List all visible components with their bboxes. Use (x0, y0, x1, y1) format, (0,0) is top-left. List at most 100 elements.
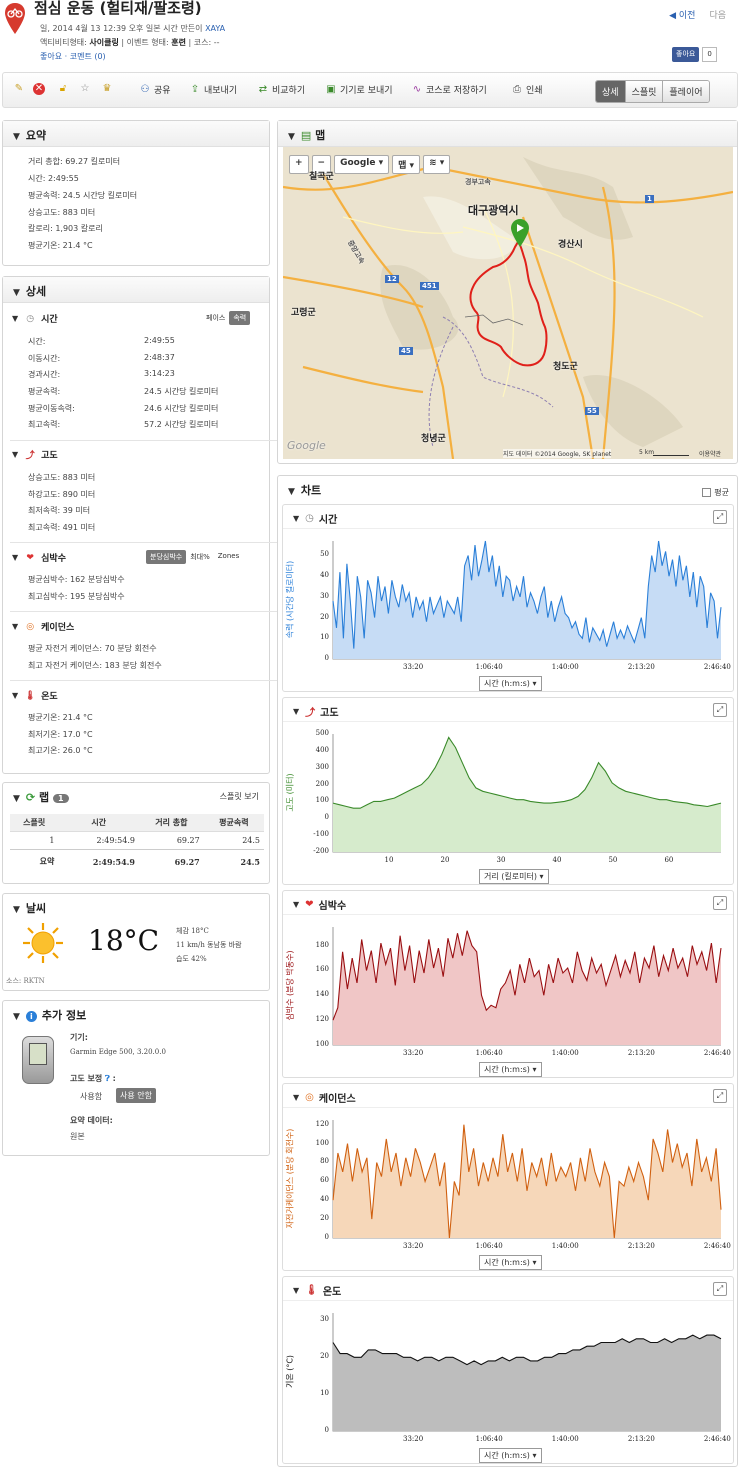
x-tick-label: 1:06:40 (475, 1242, 503, 1250)
summary-row: 요약 2:49:54.9 69.27 24.5 (10, 849, 264, 873)
share-icon: ⚇ (140, 83, 150, 95)
activity-title[interactable]: 점심 운동 (헐티재/팔조령) (34, 0, 202, 18)
course-label: | 코스: (188, 38, 212, 47)
chart-svg[interactable] (283, 505, 735, 693)
prev-link[interactable]: ◀ 이전 (669, 11, 695, 21)
route-start-marker-icon[interactable] (511, 219, 529, 247)
y-tick-label: 0 (324, 654, 329, 662)
elevation-section-header[interactable]: ▼ ⤴ 고도 (12, 448, 58, 461)
heart-rate-section-header[interactable]: ▼ ❤ 심박수 (12, 551, 66, 565)
road-label: 1 (645, 195, 654, 203)
edit-icon[interactable]: ✎ (13, 83, 28, 95)
map-header[interactable]: ▼ ▤ 맵 (278, 121, 737, 147)
export-label: 내보내기 (204, 86, 238, 96)
delete-icon[interactable]: ✕ (33, 83, 48, 95)
help-icon[interactable]: ❓︎ (105, 1074, 110, 1083)
save-course-button[interactable]: ∿ 코스로 저장하기 (411, 83, 487, 97)
temperature-section-header[interactable]: ▼ 🌡︎ 온도 (12, 689, 58, 703)
charts-title: 차트 (300, 484, 322, 497)
average-checkbox[interactable] (702, 488, 712, 497)
y-tick-label: 160 (315, 965, 329, 974)
send-to-device-button[interactable]: ▣ 기기로 보내기 (325, 83, 392, 97)
elevation-correction-on[interactable]: 사용함 (80, 1091, 102, 1102)
column-header[interactable]: 시간 (58, 814, 139, 832)
zones-toggle[interactable]: Zones (214, 550, 243, 564)
chart-panel: ▼ ⤴ 고도 ⤢ -200 -100 0 100 200 300 400 500 10 20 30 40 50 6… (282, 697, 734, 885)
comments-link[interactable]: · 코멘트 (0) (65, 52, 106, 61)
column-header[interactable]: 평균속력 (203, 814, 264, 832)
device-label: 기기: (70, 1033, 88, 1042)
facebook-like[interactable]: 좋아요 0 (672, 47, 717, 62)
x-axis-select[interactable]: 시간 (h:m:s) ▾ (479, 1448, 542, 1463)
laps-title: 랩 (38, 791, 50, 804)
series-area (333, 541, 721, 659)
x-tick-label: 33:20 (402, 1049, 424, 1057)
summary-row: 평균기온: 21.4 °C (28, 241, 93, 250)
charts-header[interactable]: ▼ 차트 (278, 476, 737, 502)
pace-toggle[interactable]: 페이스 (202, 311, 229, 325)
chart-svg[interactable] (283, 1084, 735, 1272)
y-tick-label: 100 (315, 796, 329, 805)
route-map[interactable]: + − Google ▾ 맵 ▾ ≋ ▾ 대구광역시 경산시 고령군 청도군 청… (283, 147, 733, 459)
chart-svg[interactable] (283, 1277, 735, 1465)
time-row-value: 2:48:37 (144, 353, 175, 362)
summary-header[interactable]: ▼ 요약 (3, 121, 269, 147)
x-axis-select[interactable]: 시간 (h:m:s) ▾ (479, 676, 542, 691)
map-type-select[interactable]: 맵 ▾ (392, 155, 421, 174)
x-axis-select[interactable]: 시간 (h:m:s) ▾ (479, 1255, 542, 1270)
column-header[interactable]: 거리 총합 (139, 814, 204, 832)
share-button[interactable]: ⚇ 공유 (139, 83, 171, 97)
x-axis-select[interactable]: 시간 (h:m:s) ▾ (479, 1062, 542, 1077)
heart-rate-row: 최고심박수: 195 분당심박수 (28, 592, 125, 601)
column-header[interactable]: 스플릿 (10, 814, 59, 832)
view-player-button[interactable]: 플레이어 (662, 81, 709, 102)
view-splits-button[interactable]: 스플릿 (624, 81, 663, 102)
activity-type[interactable]: 사이클링 (89, 38, 118, 47)
split-view-link[interactable]: 스플릿 보기 (220, 791, 259, 802)
weather-wind: 11 km/h 동남동 바람 (176, 941, 242, 949)
heart-icon: ❤ (26, 552, 34, 563)
chart-svg[interactable] (283, 891, 735, 1079)
like-link[interactable]: 좋아요 (40, 52, 62, 61)
lock-icon[interactable]: 🔓︎ (57, 83, 72, 95)
time-row-label: 경과시간: (28, 370, 61, 379)
zoom-in-button[interactable]: + (289, 155, 309, 174)
layers-select[interactable]: ≋ ▾ (423, 155, 451, 174)
facebook-like-button[interactable]: 좋아요 (672, 47, 700, 62)
detail-title: 상세 (25, 285, 47, 298)
x-tick-label: 33:20 (402, 1242, 424, 1250)
event-type[interactable]: 훈련 (171, 38, 186, 47)
cadence-section-header[interactable]: ▼ ◎ 케이던스 (12, 620, 74, 634)
print-button[interactable]: ⎙ 인쇄 (511, 83, 543, 97)
info-icon: i (25, 1011, 37, 1022)
max-percent-toggle[interactable]: 최대% (186, 550, 214, 564)
star-icon[interactable]: ☆ (79, 83, 94, 95)
next-link[interactable]: 다음 (709, 11, 726, 21)
time-section-header[interactable]: ▼ ◷ 시간 (12, 312, 58, 326)
x-tick-label: 10 (384, 856, 394, 864)
cell: 24.5 (242, 836, 260, 845)
table-row[interactable]: 1 2:49:54.9 69.27 24.5 (10, 832, 264, 850)
map-provider-select[interactable]: Google ▾ (334, 155, 390, 174)
export-button[interactable]: ⇪ 내보내기 (189, 83, 238, 97)
average-toggle[interactable]: 평균 (702, 487, 729, 498)
speed-toggle[interactable]: 속력 (229, 311, 251, 325)
x-tick-label: 20 (440, 856, 450, 864)
cell: 2:49:54.9 (58, 849, 139, 873)
elevation-correction-off[interactable]: 사용 안함 (116, 1088, 156, 1103)
detail-header[interactable]: ▼ 상세 (3, 277, 269, 303)
compare-button[interactable]: ⇄ 비교하기 (257, 83, 305, 97)
x-axis-select[interactable]: 거리 (킬로미터) ▾ (479, 869, 549, 884)
view-detail-button[interactable]: 상세 (596, 81, 625, 102)
pagination: ◀ 이전 다음 (669, 8, 726, 21)
author-link[interactable]: XAYA (205, 24, 225, 33)
map-terms-link[interactable]: 이용약관 (699, 449, 721, 458)
weather-header[interactable]: ▼ 날씨 (3, 894, 269, 920)
extra-info-header[interactable]: ▼ i 추가 정보 (3, 1001, 269, 1027)
x-axis-label: 시간 (h:m:s) (484, 679, 530, 688)
bpm-toggle[interactable]: 분당심박수 (146, 550, 187, 564)
badge-icon[interactable]: ♛ (101, 83, 116, 95)
chart-panel: ▼ ❤ 심박수 ⤢ 100 120 140 160 180 33:20 1:06:40 1:40:00… (282, 890, 734, 1078)
series-area (333, 737, 721, 852)
x-tick-label: 2:46:40 (703, 1435, 731, 1443)
